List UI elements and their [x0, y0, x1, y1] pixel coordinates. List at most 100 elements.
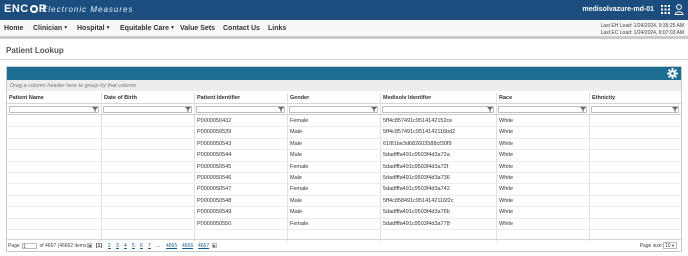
- col-date-of-birth[interactable]: Date of Birth: [104, 95, 137, 101]
- cell-medisolv-identifier: 5dadfffa491c9503f4d3a76b: [383, 209, 450, 216]
- filter-icon[interactable]: [92, 107, 98, 112]
- filter-ethnicity[interactable]: [591, 106, 679, 113]
- nav-value-sets[interactable]: Value Sets: [180, 25, 215, 32]
- cell-gender: Male: [290, 209, 302, 216]
- filter-medisolv-identifier[interactable]: [382, 106, 494, 113]
- cell-patient-identifier: P0000050548: [197, 197, 232, 204]
- page-link[interactable]: 3: [116, 243, 119, 249]
- nav-clinician-label: Clinician: [33, 25, 63, 32]
- logo-text: ENC: [4, 3, 29, 15]
- cell-medisolv-identifier: 5dadfffa491c9503f4d3a72f: [383, 163, 449, 170]
- last-eh-load: Last EH Load: 1/24/2024, 9:35:25 AM: [600, 23, 684, 29]
- cell-medisolv-identifier: 5ff4c858491c9514142116f2c: [383, 197, 454, 204]
- table-row[interactable]: P0000050432 Female 5ff4c857491c951414215…: [7, 116, 681, 128]
- page-link[interactable]: 4666: [182, 243, 193, 249]
- cell-race: White: [499, 118, 514, 124]
- main-nav: Home Clinician▼ Hospital▼ Equitable Care…: [0, 20, 688, 39]
- next-page-button[interactable]: ▶: [212, 243, 217, 248]
- patient-grid: Drag a column header here to group by th…: [6, 66, 682, 252]
- filter-patient-name[interactable]: [9, 106, 99, 113]
- filter-icon[interactable]: [672, 107, 678, 112]
- cell-medisolv-identifier: 5dadfffa491c9503f4d3a778: [383, 220, 450, 227]
- nav-equitable-care[interactable]: Equitable Care▼: [120, 25, 175, 32]
- page-number-input[interactable]: 1: [22, 243, 38, 250]
- table-row[interactable]: P0000050547 Female 5dadfffa491c9503f4d3a…: [7, 184, 681, 196]
- tenant-name[interactable]: medisolvazure-md-01: [582, 6, 654, 13]
- cell-gender: Male: [290, 140, 302, 147]
- cell-patient-identifier: P0000050539: [197, 129, 232, 136]
- last-ec-load: Last EC Load: 1/24/2024, 6:07:03 AM: [600, 30, 684, 36]
- filter-race[interactable]: [498, 106, 587, 113]
- filter-icon[interactable]: [278, 107, 284, 112]
- cell-race: White: [499, 163, 514, 170]
- prev-icon: ◀: [88, 243, 92, 248]
- col-medisolv-identifier[interactable]: Medisolv Identifier: [383, 95, 431, 101]
- cell-gender: Female: [290, 220, 309, 227]
- logo-o-icon: [29, 5, 38, 13]
- col-patient-name[interactable]: Patient Name: [9, 95, 44, 101]
- chevron-down-icon: ▼: [63, 25, 69, 31]
- grid-header-row: Patient Name Date of Birth Patient Ident…: [7, 93, 681, 104]
- page-link[interactable]: 4: [124, 243, 127, 249]
- nav-links-label: Links: [268, 25, 287, 32]
- nav-home[interactable]: Home: [4, 25, 23, 32]
- page-size-select[interactable]: 10 ▼: [663, 242, 677, 249]
- filter-icon[interactable]: [371, 107, 377, 112]
- grid-body: P0000050432 Female 5ff4c857491c951414215…: [7, 116, 681, 230]
- cell-patient-identifier: P0000050432: [197, 118, 232, 124]
- nav-clinician[interactable]: Clinician▼: [33, 25, 68, 32]
- table-row[interactable]: P0000050546 Male 5dadfffa491c9503f4d3a73…: [7, 173, 681, 185]
- cell-race: White: [499, 209, 514, 216]
- filter-icon[interactable]: [580, 107, 586, 112]
- cell-patient-identifier: P0000050546: [197, 174, 232, 181]
- next-icon: ▶: [213, 243, 217, 248]
- cell-patient-identifier: P0000050544: [197, 152, 232, 159]
- col-patient-identifier[interactable]: Patient Identifier: [197, 95, 240, 101]
- page-count-text: of 4667 (46662 items ): [39, 243, 90, 249]
- nav-hospital[interactable]: Hospital▼: [77, 25, 111, 32]
- cell-race: White: [499, 152, 514, 159]
- filter-patient-identifier[interactable]: [196, 106, 285, 113]
- cell-medisolv-identifier: 5dadfffa491c9503f4d3a736: [383, 174, 450, 181]
- user-icon[interactable]: [674, 4, 684, 15]
- col-race[interactable]: Race: [499, 95, 512, 101]
- table-row[interactable]: P0000050550 Female 5dadfffa491c9503f4d3a…: [7, 219, 681, 230]
- page-number-value: 1: [23, 244, 26, 250]
- gear-icon[interactable]: [667, 68, 678, 79]
- app-logo[interactable]: ENC R: [4, 3, 47, 15]
- nav-links[interactable]: Links: [268, 25, 286, 32]
- table-row[interactable]: P0000050539 Male 5ff4c857491c9514142116b…: [7, 127, 681, 139]
- table-row[interactable]: P0000050544 Male 5dadfffa491c9503f4d3a72…: [7, 150, 681, 162]
- page-link[interactable]: 4665: [166, 243, 177, 249]
- page-link[interactable]: 7: [148, 243, 151, 249]
- title-divider: [0, 59, 688, 60]
- nav-contact-us[interactable]: Contact Us: [223, 25, 260, 32]
- table-row[interactable]: P0000050545 Female 5dadfffa491c9503f4d3a…: [7, 162, 681, 173]
- grid-menu-icon[interactable]: [661, 5, 670, 14]
- table-row[interactable]: P0000050548 Male 5ff4c858491c9514142116f…: [7, 196, 681, 208]
- col-ethnicity[interactable]: Ethnicity: [592, 95, 615, 101]
- filter-icon[interactable]: [185, 107, 191, 112]
- cell-gender: Male: [290, 129, 302, 136]
- cell-gender: Female: [290, 118, 309, 124]
- page-link[interactable]: 5: [132, 243, 135, 249]
- table-row[interactable]: P0000050543 Male 61f81be3d682603588cf30f…: [7, 139, 681, 151]
- page-link[interactable]: 6: [140, 243, 143, 249]
- nav-contact-us-label: Contact Us: [223, 25, 260, 32]
- cell-gender: Female: [290, 163, 309, 170]
- table-row[interactable]: P0000050549 Male 5dadfffa491c9503f4d3a76…: [7, 207, 681, 219]
- cell-gender: Female: [290, 186, 309, 193]
- cell-medisolv-identifier: 61f81be3d682603588cf30f9: [383, 140, 452, 147]
- col-gender[interactable]: Gender: [290, 95, 309, 101]
- cell-medisolv-identifier: 5ff4c857491c9514142152ce: [383, 118, 453, 124]
- page-title: Patient Lookup: [6, 46, 64, 55]
- filter-date-of-birth[interactable]: [103, 106, 192, 113]
- grid-toolbar: [7, 67, 681, 80]
- filter-icon[interactable]: [487, 107, 493, 112]
- group-by-hint[interactable]: Drag a column header here to group by th…: [7, 80, 681, 91]
- grid-pager: Page 1 of 4667 (46662 items ) ◀ [1] 2 3 …: [7, 239, 681, 252]
- prev-page-button[interactable]: ◀: [87, 243, 92, 248]
- filter-gender[interactable]: [289, 106, 378, 113]
- page-link[interactable]: 2: [108, 243, 111, 249]
- page-link[interactable]: 4667: [198, 243, 209, 249]
